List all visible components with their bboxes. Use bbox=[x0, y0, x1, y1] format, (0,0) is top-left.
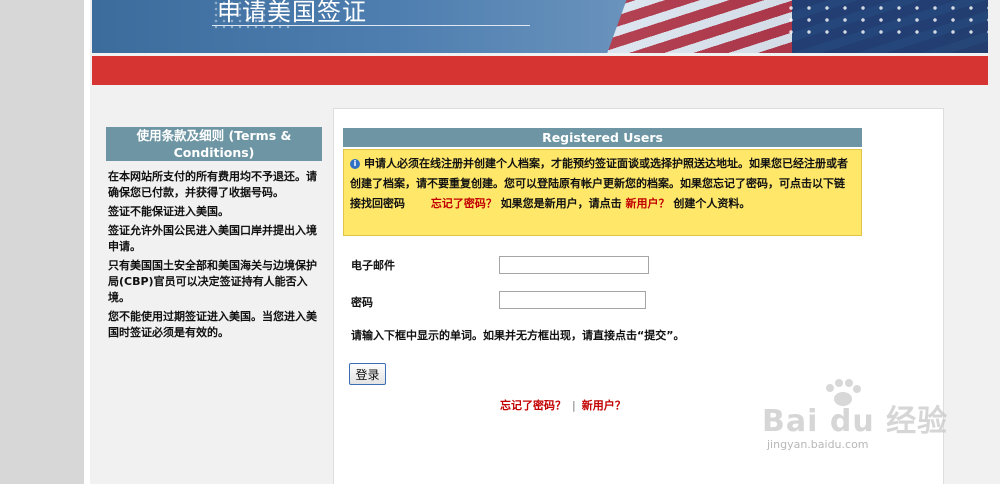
notice-forgot-password-link[interactable]: 忘记了密码？ bbox=[431, 197, 497, 210]
terms-header: 使用条款及细则 (Terms & Conditions) bbox=[106, 127, 322, 161]
forgot-password-link[interactable]: 忘记了密码？ bbox=[500, 399, 566, 412]
login-panel: Registered Users i 申请人必须在线注册并创建个人档案，才能预约签… bbox=[333, 108, 944, 484]
info-icon: i bbox=[350, 159, 360, 169]
password-field[interactable] bbox=[499, 291, 646, 309]
notice-text: 如果您是新用户，请点击 bbox=[500, 197, 622, 210]
terms-sidebar: 使用条款及细则 (Terms & Conditions) 在本网站所支付的所有费… bbox=[106, 127, 322, 344]
login-button[interactable]: 登录 bbox=[349, 363, 386, 385]
terms-paragraph: 在本网站所支付的所有费用均不予退还。请确保您已付款，并获得了收据号码。 bbox=[108, 170, 317, 199]
notice-new-user-link[interactable]: 新用户？ bbox=[626, 197, 670, 210]
email-label: 电子邮件 bbox=[351, 259, 395, 272]
terms-paragraph: 您不能使用过期签证进入美国。当您进入美国时签证必须是有效的。 bbox=[108, 310, 317, 339]
password-label: 密码 bbox=[351, 296, 373, 309]
link-separator: | bbox=[572, 399, 576, 412]
email-field[interactable] bbox=[499, 256, 649, 274]
new-user-link[interactable]: 新用户？ bbox=[582, 399, 626, 412]
registered-users-header: Registered Users bbox=[343, 128, 862, 147]
flag-stars-decoration bbox=[782, 2, 988, 42]
terms-paragraph: 签证允许外国公民进入美国口岸并提出入境申请。 bbox=[108, 224, 317, 253]
notice-text: 创建个人资料。 bbox=[673, 197, 751, 210]
red-divider-bar bbox=[92, 56, 988, 85]
header-banner: 申请美国签证 bbox=[92, 0, 988, 53]
bottom-links: 忘记了密码？ | 新用户？ bbox=[500, 397, 626, 413]
terms-paragraph: 签证不能保证进入美国。 bbox=[108, 205, 229, 218]
terms-body: 在本网站所支付的所有费用均不予退还。请确保您已付款，并获得了收据号码。 签证不能… bbox=[106, 161, 322, 341]
page-title: 申请美国签证 bbox=[217, 0, 367, 26]
registration-notice: i 申请人必须在线注册并创建个人档案，才能预约签证面谈或选择护照送达地址。如果您已… bbox=[343, 149, 862, 236]
captcha-instruction: 请输入下框中显示的单词。如果并无方框出现，请直接点击“提交”。 bbox=[351, 329, 685, 342]
title-underline bbox=[212, 25, 530, 26]
terms-paragraph: 只有美国国土安全部和美国海关与边境保护局(CBP)官员可以决定签证持有人能否入境… bbox=[108, 259, 317, 304]
